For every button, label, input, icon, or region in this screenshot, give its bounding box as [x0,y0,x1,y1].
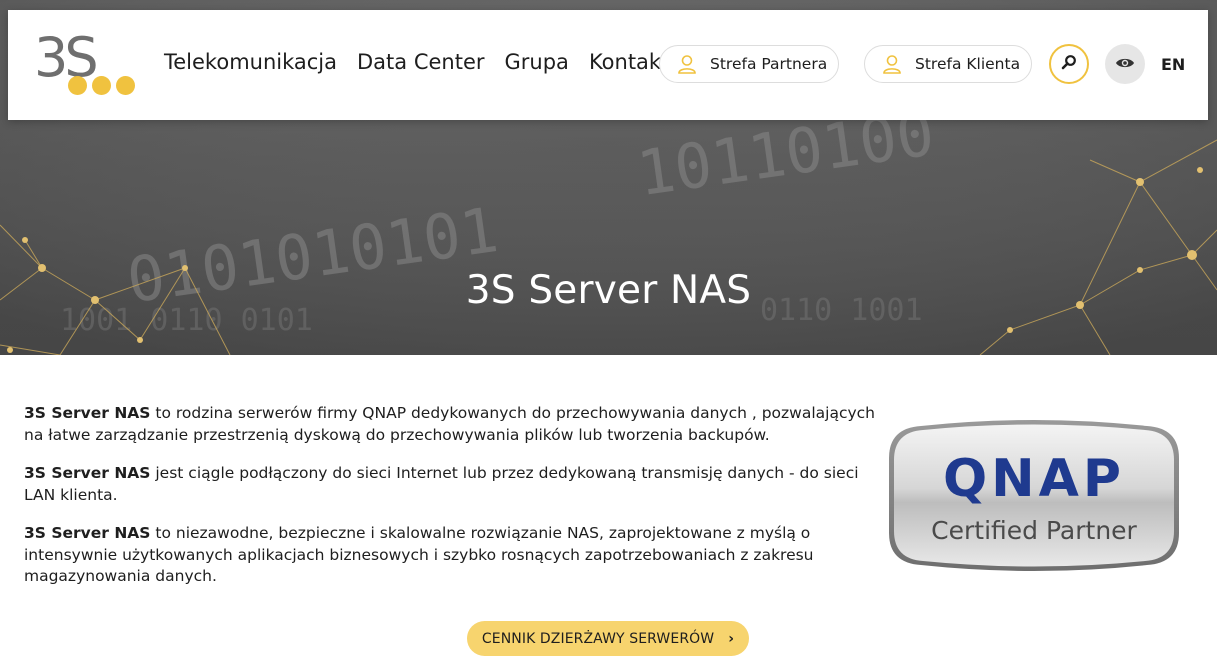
page-title: 3S Server NAS [465,268,752,313]
user-icon [881,53,903,75]
partner-zone-button[interactable]: Strefa Partnera [659,45,839,83]
nav-item-kontakt[interactable]: Kontakt [589,50,669,74]
site-header: 3S Telekomunikacja Data Center Grupa Kon… [8,10,1208,120]
accessibility-button[interactable] [1105,44,1145,84]
product-name: 3S Server NAS [24,464,151,482]
company-logo[interactable]: 3S [34,26,144,107]
eye-icon [1115,55,1135,74]
language-switch[interactable]: EN [1161,55,1185,74]
main-nav: Telekomunikacja Data Center Grupa Kontak… [164,50,669,74]
client-zone-label: Strefa Klienta [915,55,1021,73]
search-icon [1061,54,1077,74]
nav-item-grupa[interactable]: Grupa [505,50,569,74]
paragraph-text: jest ciągle podłączony do sieci Internet… [24,464,859,504]
cta-label: CENNIK DZIERŻAWY SERWERÓW [481,630,715,647]
chevron-right-icon: › [728,630,735,647]
content-paragraph: 3S Server NAS jest ciągle podłączony do … [24,463,884,506]
nav-item-data-center[interactable]: Data Center [357,50,485,74]
product-name: 3S Server NAS [24,524,151,542]
partner-zone-label: Strefa Partnera [710,55,828,73]
badge-brand: QNAP [943,449,1125,509]
nav-item-telekomunikacja[interactable]: Telekomunikacja [164,50,337,74]
logo-dot [116,76,135,95]
paragraph-text: to rodzina serwerów firmy QNAP dedykowan… [24,404,875,444]
product-name: 3S Server NAS [24,404,151,422]
content-paragraph: 3S Server NAS to rodzina serwerów firmy … [24,403,884,446]
search-button[interactable] [1049,44,1089,84]
main-content: 3S Server NAS to rodzina serwerów firmy … [24,403,884,605]
server-pricing-button[interactable]: CENNIK DZIERŻAWY SERWERÓW › [467,621,749,656]
qnap-certified-partner-badge: QNAP Certified Partner [889,420,1179,571]
user-icon [676,53,698,75]
logo-dot [68,76,87,95]
content-paragraph: 3S Server NAS to niezawodne, bezpieczne … [24,523,884,588]
client-zone-button[interactable]: Strefa Klienta [864,45,1032,83]
badge-subtitle: Certified Partner [931,516,1137,545]
logo-dot [92,76,111,95]
